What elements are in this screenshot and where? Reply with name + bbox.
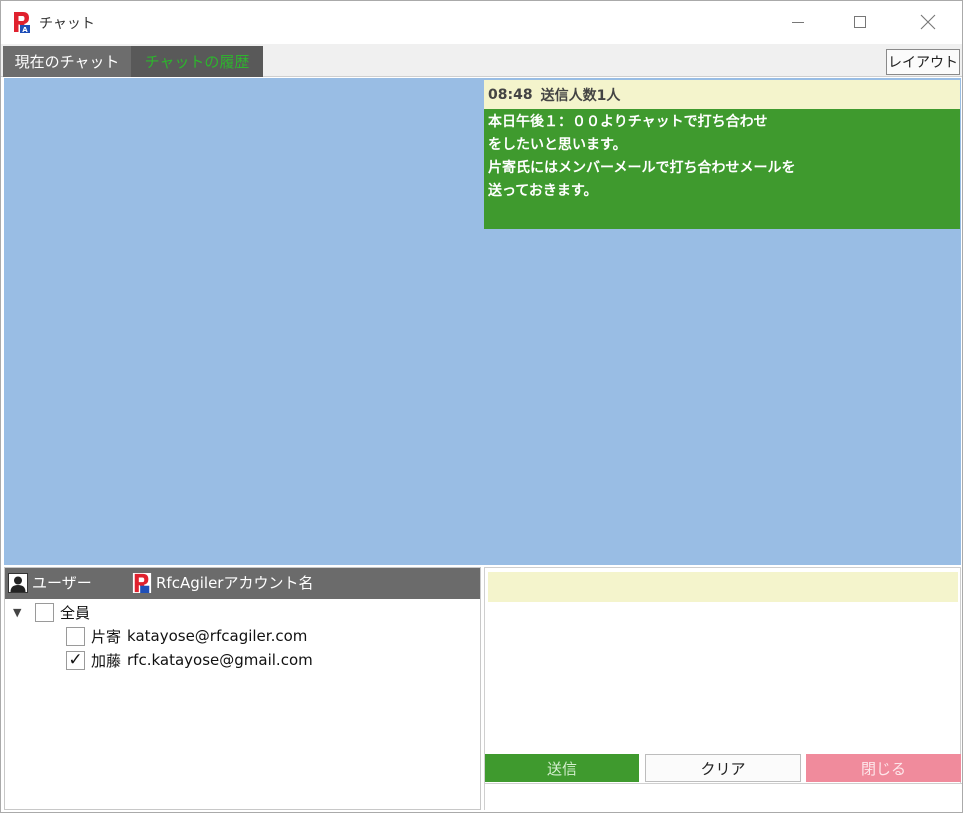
tree-item-user[interactable]: ✓ 加藤 rfc.katayose@gmail.com xyxy=(66,648,313,672)
message-line: をしたいと思います。 xyxy=(488,137,627,153)
tab-chat-history[interactable]: チャットの履歴 xyxy=(131,46,263,77)
message-body: 本日午後１：００よりチャットで打ち合わせ をしたいと思います。 片寄氏にはメンバ… xyxy=(484,109,960,229)
tree-item-all-label: 全員 xyxy=(60,603,91,622)
message-input[interactable] xyxy=(488,604,958,752)
rfcagiler-logo-icon: A xyxy=(14,12,30,33)
send-button[interactable]: 送信 xyxy=(485,754,639,782)
message-recipients: 送信人数1人 xyxy=(540,87,621,104)
svg-text:A: A xyxy=(22,26,28,33)
chat-history-area[interactable]: 08:48 送信人数1人 本日午後１：００よりチャットで打ち合わせ をしたいと思… xyxy=(4,78,961,565)
message-line: 片寄氏にはメンバーメールで打ち合わせメールを xyxy=(488,160,796,176)
chat-message: 08:48 送信人数1人 本日午後１：００よりチャットで打ち合わせ をしたいと思… xyxy=(484,80,960,229)
layout-button[interactable]: レイアウト xyxy=(886,49,960,75)
user-icon xyxy=(8,572,28,593)
column-header-user[interactable]: ユーザー xyxy=(8,572,92,593)
minimize-icon xyxy=(792,22,804,23)
expand-arrow-icon[interactable]: ▼ xyxy=(13,606,23,619)
title-bar: A チャット xyxy=(1,1,962,43)
close-button[interactable]: 閉じる xyxy=(806,754,961,782)
message-time: 08:48 xyxy=(488,86,533,103)
input-header-strip xyxy=(488,572,958,602)
message-line: 本日午後１：００よりチャットで打ち合わせ xyxy=(488,114,768,130)
minimize-button[interactable] xyxy=(769,1,827,43)
checkbox-user[interactable] xyxy=(66,626,85,646)
column-header-account[interactable]: RfcAgilerアカウント名 xyxy=(132,572,313,593)
maximize-icon xyxy=(854,16,866,28)
status-line xyxy=(485,783,962,810)
user-account: rfc.katayose@gmail.com xyxy=(127,651,313,669)
chat-window: A チャット 現在のチャット チャットの履歴 レイアウト 08:48 送信人数1… xyxy=(0,0,963,813)
user-name: 片寄 xyxy=(91,627,122,646)
user-account: katayose@rfcagiler.com xyxy=(127,627,308,645)
column-header-account-label: RfcAgilerアカウント名 xyxy=(156,574,314,592)
checkbox-all[interactable] xyxy=(35,602,54,622)
message-input-panel: 送信 クリア 閉じる xyxy=(484,567,962,810)
tree-item-all[interactable]: ▼ 全員 xyxy=(13,600,90,624)
user-name: 加藤 xyxy=(91,651,122,670)
rfcagiler-logo-icon xyxy=(132,572,152,593)
message-line: 送っておきます。 xyxy=(488,183,598,199)
checkbox-user[interactable]: ✓ xyxy=(66,650,85,670)
window-title: チャット xyxy=(39,16,95,32)
close-window-button[interactable] xyxy=(899,1,957,43)
tab-current-chat[interactable]: 現在のチャット xyxy=(3,46,131,77)
tab-bar: 現在のチャット チャットの履歴 レイアウト xyxy=(1,44,962,77)
message-header: 08:48 送信人数1人 xyxy=(484,80,960,109)
maximize-button[interactable] xyxy=(831,1,889,43)
close-icon xyxy=(920,14,936,30)
clear-button[interactable]: クリア xyxy=(645,754,801,782)
user-list-header: ユーザー RfcAgilerアカウント名 xyxy=(5,568,480,599)
user-list-panel: ユーザー RfcAgilerアカウント名 ▼ 全員 片寄 katayose@rf… xyxy=(4,567,481,810)
column-header-user-label: ユーザー xyxy=(32,574,92,592)
tree-item-user[interactable]: 片寄 katayose@rfcagiler.com xyxy=(66,624,307,648)
